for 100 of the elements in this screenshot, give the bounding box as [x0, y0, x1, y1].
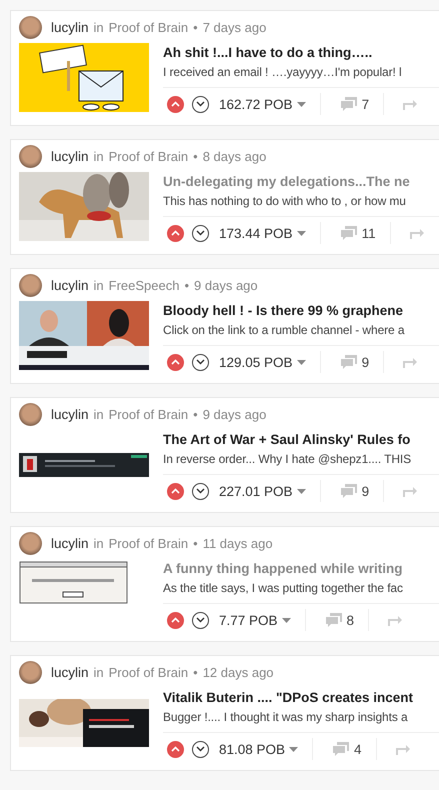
post-title[interactable]: The Art of War + Saul Alinsky' Rules fo — [163, 431, 410, 449]
avatar — [19, 16, 42, 38]
chevron-up-icon — [171, 230, 180, 236]
payout-dropdown[interactable]: 81.08 POB — [217, 742, 298, 756]
post-age: 8 days ago — [202, 148, 266, 164]
preposition: in — [94, 536, 104, 550]
share-arrow-icon — [394, 743, 411, 755]
speech-bubbles-icon — [326, 613, 342, 627]
post-age: 9 days ago — [202, 406, 266, 422]
caret-icon — [296, 230, 306, 236]
chevron-up-icon — [171, 617, 180, 623]
chevron-down-icon — [196, 617, 205, 623]
separator-dot: • — [193, 406, 198, 422]
downvote-button[interactable] — [192, 612, 209, 628]
chevron-down-icon — [196, 230, 205, 236]
author-name[interactable]: lucylin — [51, 20, 89, 34]
speech-bubbles-icon — [340, 355, 357, 369]
post-age: 12 days ago — [202, 664, 274, 680]
separator-dot: • — [184, 278, 190, 292]
author-name[interactable]: lucylin — [51, 406, 89, 422]
post-excerpt: I received an email ! ….yayyyy…I'm popular! l — [163, 64, 402, 80]
share-arrow-icon — [408, 227, 425, 239]
comments-button[interactable]: 9 — [334, 484, 376, 498]
preposition: in — [94, 406, 104, 422]
preposition: in — [94, 148, 104, 164]
author-name[interactable]: lucylin — [51, 148, 89, 164]
caret-icon — [282, 618, 291, 622]
chevron-down-icon — [196, 488, 205, 494]
avatar — [19, 532, 42, 554]
upvote-button[interactable] — [167, 740, 184, 758]
community-name[interactable]: FreeSpeech — [108, 278, 180, 292]
author-name[interactable]: lucylin — [51, 278, 89, 292]
post-title[interactable]: Bloody hell ! - Is there 99 % graphene — [163, 302, 404, 320]
downvote-button[interactable] — [192, 224, 209, 242]
post-age: 11 days ago — [202, 536, 273, 550]
comments-button[interactable]: 4 — [327, 742, 368, 756]
comments-button[interactable]: 7 — [334, 96, 376, 112]
upvote-button[interactable] — [167, 96, 184, 112]
payout-dropdown[interactable]: 227.01 POB — [217, 484, 306, 498]
comments-button[interactable]: 11 — [334, 226, 382, 240]
chevron-up-icon — [171, 359, 180, 365]
comments-button[interactable]: 9 — [334, 354, 376, 370]
post-age: 7 days ago — [202, 20, 266, 34]
preposition: in — [94, 278, 104, 292]
caret-icon — [296, 102, 306, 106]
downvote-button[interactable] — [192, 482, 209, 500]
post-title[interactable]: Vitalik Buterin .... "DPoS creates incent — [163, 689, 413, 707]
chevron-up-icon — [171, 746, 180, 752]
community-name[interactable]: Proof of Brain — [108, 536, 188, 550]
separator-dot: • — [193, 664, 198, 680]
payout-dropdown[interactable]: 173.44 POB — [217, 226, 306, 240]
chevron-up-icon — [171, 101, 180, 107]
author-name[interactable]: lucylin — [51, 536, 89, 550]
avatar — [19, 660, 42, 684]
community-name[interactable]: Proof of Brain — [108, 20, 188, 34]
separator-dot: • — [193, 20, 198, 34]
share-arrow-icon — [402, 98, 418, 110]
upvote-button[interactable] — [167, 224, 184, 242]
post-excerpt: Bugger !.... I thought it was my sharp insights a — [163, 709, 408, 725]
post-age: 9 days ago — [194, 278, 258, 292]
payout-dropdown[interactable]: 162.72 POB — [217, 96, 306, 112]
avatar — [19, 274, 42, 296]
speech-bubbles-icon — [333, 742, 350, 756]
avatar — [19, 144, 42, 168]
caret-icon — [296, 360, 306, 364]
caret-icon — [289, 746, 298, 752]
upvote-button[interactable] — [167, 354, 184, 370]
community-name[interactable]: Proof of Brain — [108, 664, 188, 680]
payout-dropdown[interactable]: 129.05 POB — [217, 354, 306, 370]
share-arrow-icon — [402, 356, 418, 368]
preposition: in — [94, 20, 104, 34]
author-name[interactable]: lucylin — [51, 664, 89, 680]
speech-bubbles-icon — [340, 484, 357, 498]
downvote-button[interactable] — [192, 740, 209, 758]
speech-bubbles-icon — [340, 226, 357, 240]
upvote-button[interactable] — [167, 482, 184, 500]
caret-icon — [296, 488, 306, 494]
separator-dot: • — [193, 148, 198, 164]
chevron-down-icon — [196, 746, 205, 752]
payout-dropdown[interactable]: 7.77 POB — [217, 612, 291, 628]
chevron-down-icon — [196, 359, 205, 365]
post-title[interactable]: Ah shit !...I have to do a thing….. — [163, 44, 372, 62]
upvote-button[interactable] — [167, 612, 184, 628]
share-arrow-icon — [387, 614, 404, 626]
separator-dot: • — [193, 536, 198, 550]
chevron-up-icon — [171, 488, 180, 494]
post-excerpt: As the title says, I was putting together the fac — [163, 580, 403, 596]
chevron-down-icon — [196, 101, 205, 107]
community-name[interactable]: Proof of Brain — [108, 148, 188, 164]
community-name[interactable]: Proof of Brain — [108, 406, 188, 422]
preposition: in — [94, 664, 104, 680]
post-excerpt: In reverse order... Why I hate @shepz1.... THIS — [163, 451, 412, 467]
comments-button[interactable]: 8 — [320, 612, 360, 628]
speech-bubbles-icon — [340, 97, 357, 111]
downvote-button[interactable] — [192, 96, 209, 112]
avatar — [19, 402, 42, 426]
post-excerpt: Click on the link to a rumble channel - where a — [163, 322, 404, 338]
share-arrow-icon — [402, 485, 418, 497]
post-excerpt: This has nothing to do with who to , or how mu — [163, 193, 406, 209]
downvote-button[interactable] — [192, 354, 209, 370]
